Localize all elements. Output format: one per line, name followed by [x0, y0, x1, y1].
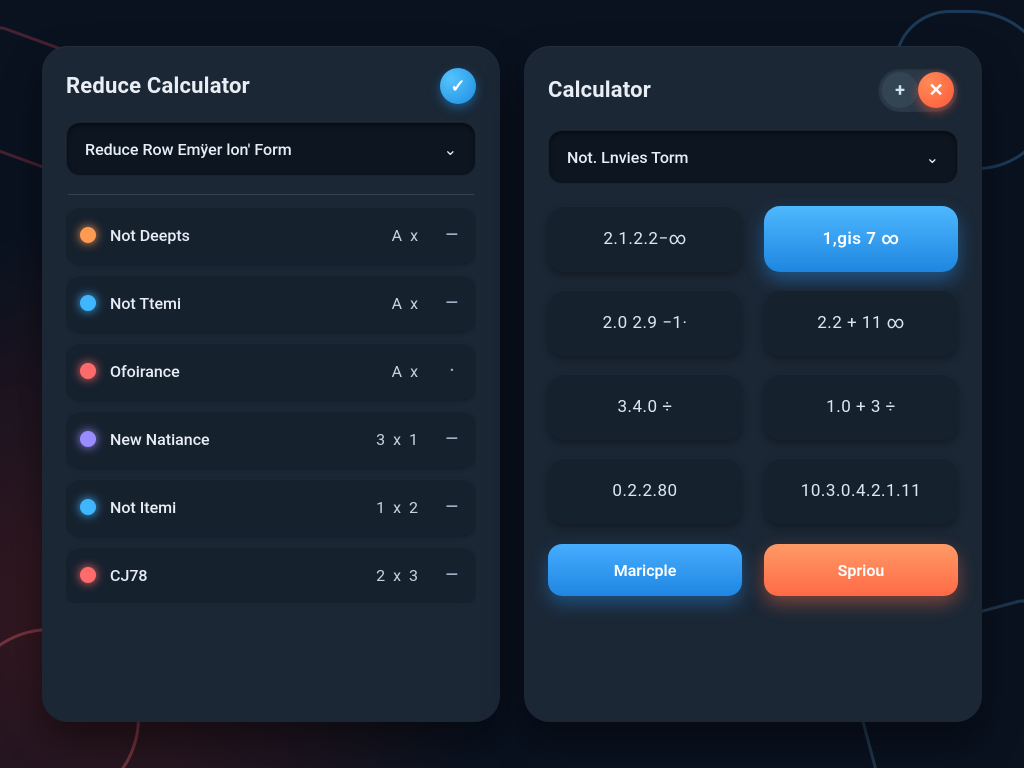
reduce-rows-list: Not Deepts A x – Not Ttemi A x – Ofoirance A x ·… — [66, 207, 476, 603]
footer-buttons: Maricple Spriou — [548, 544, 958, 596]
check-icon: ✓ — [450, 76, 465, 97]
row-action-icon[interactable]: · — [444, 359, 460, 384]
row-action-icon[interactable]: – — [444, 427, 460, 452]
status-dot-icon — [80, 295, 96, 311]
confirm-button[interactable]: ✓ — [440, 68, 476, 104]
primary-action-button[interactable]: Maricple — [548, 544, 742, 596]
calc-cell[interactable]: 0.2.2.80 — [548, 458, 742, 524]
add-button[interactable]: + — [882, 72, 918, 108]
plus-icon: + — [895, 80, 905, 101]
row-label: CJ78 — [110, 566, 362, 585]
panel-title: Calculator — [548, 78, 651, 103]
row-dimensions: A x — [392, 362, 420, 381]
row-dimensions: A x — [392, 294, 420, 313]
calculator-grid: 2.1.2.2−∞ 1,gis 7 ∞ 2.0 2.9 −1· 2.2 + 11 ∞ 3… — [548, 206, 958, 524]
mode-select[interactable]: Reduce Row Emÿer lon' Form ⌄ — [66, 122, 476, 176]
panel-header: Reduce Calculator ✓ — [66, 68, 476, 104]
reduce-row[interactable]: Not Deepts A x – — [66, 207, 476, 263]
reduce-row[interactable]: Not Ttemi A x – — [66, 275, 476, 331]
row-label: Ofoirance — [110, 362, 378, 381]
divider — [68, 194, 474, 195]
calc-cell[interactable]: 2.0 2.9 −1· — [548, 290, 742, 356]
status-dot-icon — [80, 499, 96, 515]
reduce-row[interactable]: New Natiance 3 x 1 – — [66, 411, 476, 467]
reduce-row[interactable]: Not Itemi 1 x 2 – — [66, 479, 476, 535]
reduce-row[interactable]: Ofoirance A x · — [66, 343, 476, 399]
row-label: New Natiance — [110, 430, 362, 449]
panel-header: Calculator + ✕ — [548, 68, 958, 112]
calc-cell[interactable]: 2.1.2.2−∞ — [548, 206, 742, 272]
row-dimensions: 3 x 1 — [376, 430, 420, 449]
calc-cell[interactable]: 1.0 + 3 ÷ — [764, 374, 958, 440]
calc-cell[interactable]: 1,gis 7 ∞ — [764, 206, 958, 272]
status-dot-icon — [80, 567, 96, 583]
reduce-calculator-panel: Reduce Calculator ✓ Reduce Row Emÿer lon… — [42, 46, 500, 722]
row-label: Not Itemi — [110, 498, 362, 517]
row-action-icon[interactable]: – — [444, 291, 460, 316]
calc-cell[interactable]: 3.4.0 ÷ — [548, 374, 742, 440]
row-action-icon[interactable]: – — [444, 223, 460, 248]
status-dot-icon — [80, 227, 96, 243]
mode-select[interactable]: Not. Lnvies Torm ⌄ — [548, 130, 958, 184]
calc-cell[interactable]: 10.3.0.4.2.1.11 — [764, 458, 958, 524]
row-action-icon[interactable]: – — [444, 495, 460, 520]
select-label: Reduce Row Emÿer lon' Form — [85, 140, 292, 159]
calculator-panel: Calculator + ✕ Not. Lnvies Torm ⌄ 2.1.2.… — [524, 46, 982, 722]
calc-cell[interactable]: 2.2 + 11 ∞ — [764, 290, 958, 356]
row-dimensions: 1 x 2 — [376, 498, 420, 517]
reduce-row[interactable]: CJ78 2 x 3 – — [66, 547, 476, 603]
row-dimensions: A x — [392, 226, 420, 245]
row-label: Not Ttemi — [110, 294, 378, 313]
status-dot-icon — [80, 431, 96, 447]
secondary-action-button[interactable]: Spriou — [764, 544, 958, 596]
close-icon: ✕ — [928, 80, 943, 101]
close-button[interactable]: ✕ — [918, 72, 954, 108]
row-label: Not Deepts — [110, 226, 378, 245]
status-dot-icon — [80, 363, 96, 379]
chevron-down-icon: ⌄ — [926, 148, 939, 167]
header-action-pill: + ✕ — [878, 68, 958, 112]
chevron-down-icon: ⌄ — [444, 140, 457, 159]
select-label: Not. Lnvies Torm — [567, 148, 689, 167]
row-dimensions: 2 x 3 — [376, 566, 420, 585]
row-action-icon[interactable]: – — [444, 563, 460, 588]
panel-title: Reduce Calculator — [66, 74, 250, 99]
